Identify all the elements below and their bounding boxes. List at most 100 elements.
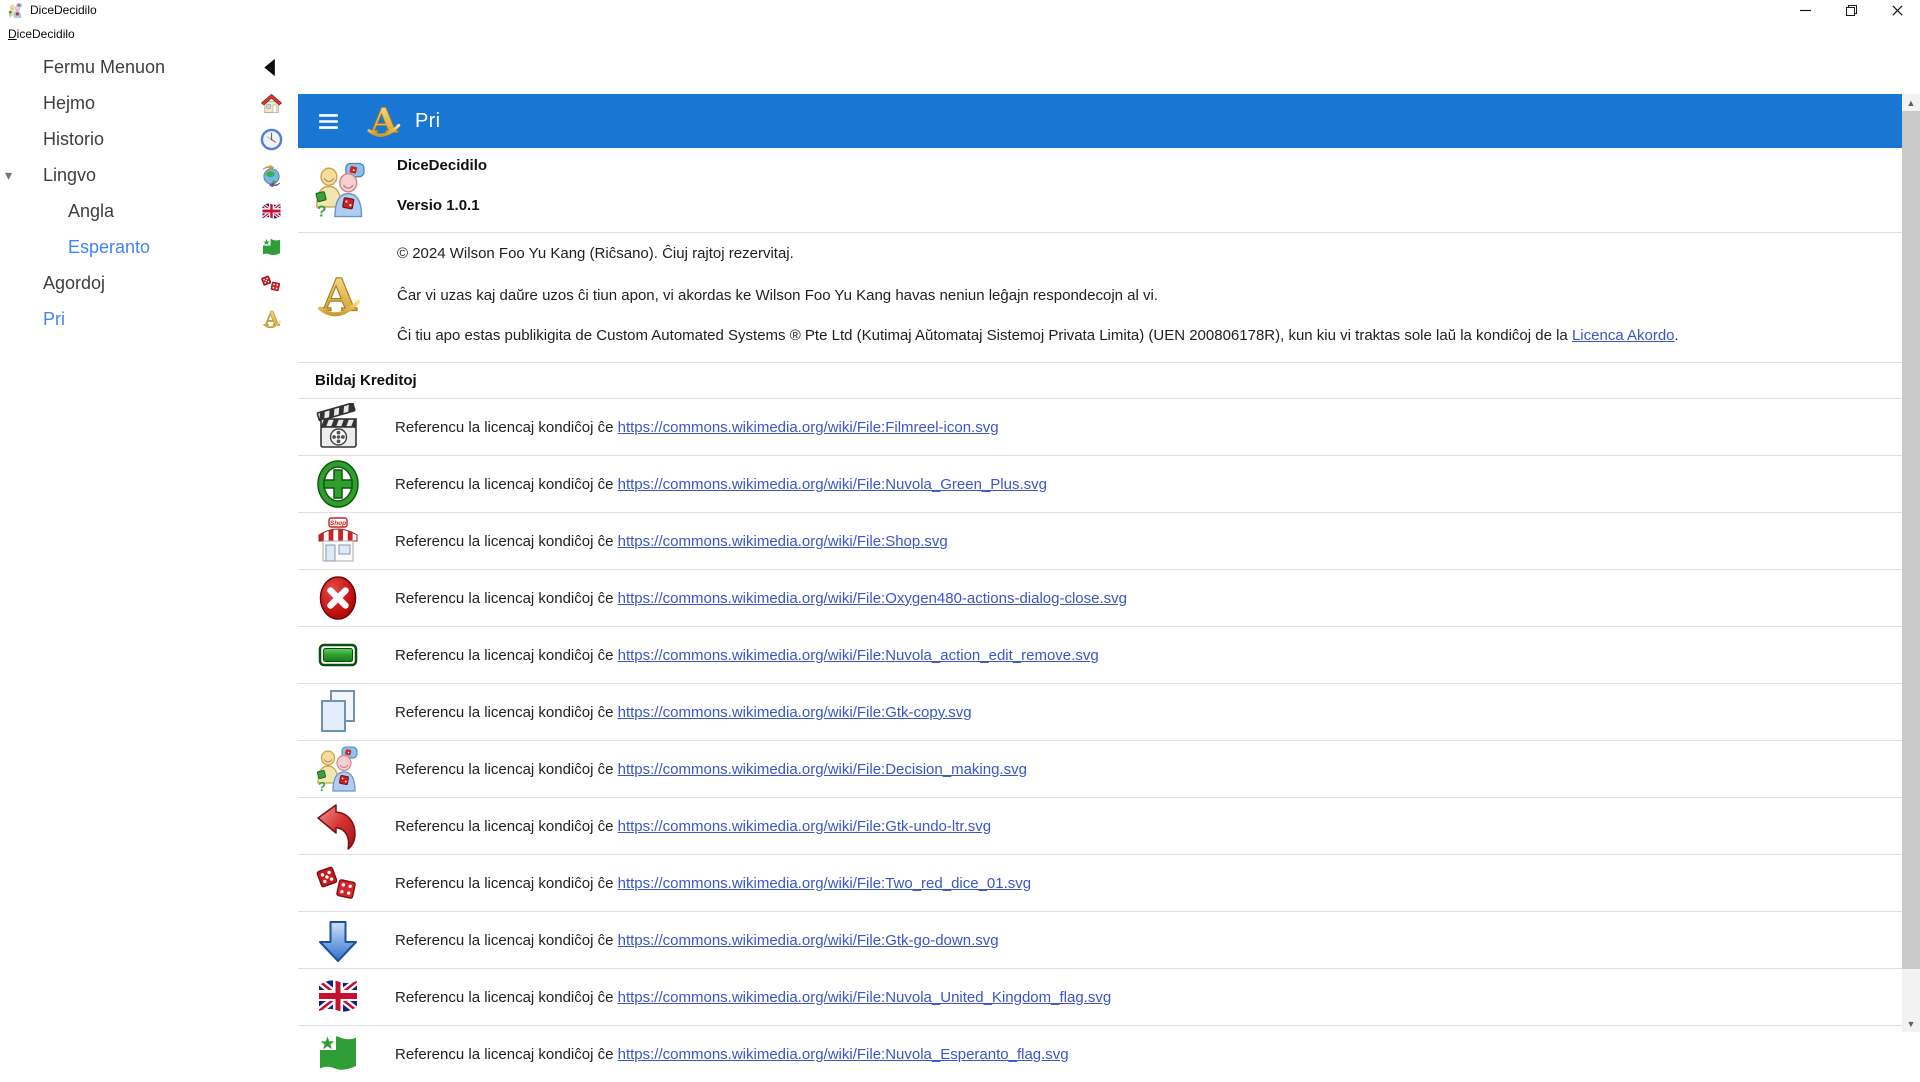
credit-text: Referencu la licencaj kondiĉoj ĉe https:… xyxy=(395,989,1111,1006)
credit-link[interactable]: https://commons.wikimedia.org/wiki/File:… xyxy=(618,533,948,550)
sidebar-item[interactable]: ▾ Angla xyxy=(0,193,298,229)
credit-text-prefix: Referencu la licencaj kondiĉoj ĉe xyxy=(395,817,618,835)
uk-flag-icon xyxy=(312,971,364,1023)
sidebar-item-label: Pri xyxy=(43,308,65,329)
credit-text-prefix: Referencu la licencaj kondiĉoj ĉe xyxy=(395,589,618,607)
minimize-button[interactable] xyxy=(1782,0,1828,20)
restore-icon xyxy=(1845,4,1857,16)
scroll-up-icon[interactable]: ▲ xyxy=(1902,94,1920,111)
language-globe-icon xyxy=(256,160,286,190)
shop-icon: Shop xyxy=(312,515,364,567)
app-window-icon: ? xyxy=(8,2,23,18)
menu-dicedecidilo[interactable]: DiceDecidilo xyxy=(6,27,80,47)
credit-link[interactable]: https://commons.wikimedia.org/wiki/File:… xyxy=(618,419,999,436)
window-title: DiceDecidilo xyxy=(30,3,97,17)
credit-row: Referencu la licencaj kondiĉoj ĉe https:… xyxy=(298,626,1902,683)
app-shell: ▾ Fermu Menuon ▾ Hejmo ▾ Historio ▾ Ling… xyxy=(0,47,1920,1070)
about-app-row: ? DiceDecidilo Versio 1.0.1 xyxy=(298,148,1902,232)
restore-button[interactable] xyxy=(1828,0,1874,20)
credit-link[interactable]: https://commons.wikimedia.org/wiki/File:… xyxy=(618,1046,1069,1063)
menubar: DiceDecidilo xyxy=(0,20,1920,47)
sidebar-item[interactable]: ▾ Hejmo xyxy=(0,85,298,121)
credit-row: Referencu la licencaj kondiĉoj ĉe https:… xyxy=(298,398,1902,455)
red-close-icon xyxy=(312,572,364,624)
gold-a-icon: A xyxy=(311,268,365,328)
close-button[interactable] xyxy=(1874,0,1920,20)
credit-text: Referencu la licencaj kondiĉoj ĉe https:… xyxy=(395,932,999,949)
credit-link[interactable]: https://commons.wikimedia.org/wiki/File:… xyxy=(618,647,1099,664)
minimize-icon xyxy=(1799,9,1811,11)
credit-text: Referencu la licencaj kondiĉoj ĉe https:… xyxy=(395,1046,1069,1063)
license-agreement-link[interactable]: Licenca Akordo xyxy=(1572,327,1675,344)
app-header: A Pri xyxy=(298,94,1902,148)
credit-row: Referencu la licencaj kondiĉoj ĉe https:… xyxy=(298,683,1902,740)
sidebar-item-label: Esperanto xyxy=(68,236,151,257)
credit-text: Referencu la licencaj kondiĉoj ĉe https:… xyxy=(395,761,1027,778)
app-version: Versio 1.0.1 xyxy=(397,197,480,214)
sidebar-item-label: Lingvo xyxy=(43,164,97,185)
credit-link[interactable]: https://commons.wikimedia.org/wiki/File:… xyxy=(618,932,999,949)
credit-row: Referencu la licencaj kondiĉoj ĉe https:… xyxy=(298,797,1902,854)
window-controls xyxy=(1782,0,1920,20)
scrollbar-thumb[interactable] xyxy=(1902,111,1920,969)
svg-text:?: ? xyxy=(318,779,326,793)
credit-link[interactable]: https://commons.wikimedia.org/wiki/File:… xyxy=(618,989,1112,1006)
undo-arrow-icon xyxy=(312,800,364,852)
sidebar-item[interactable]: ▾ Historio xyxy=(0,121,298,157)
credit-link[interactable]: https://commons.wikimedia.org/wiki/File:… xyxy=(618,704,972,721)
chevron-down-icon[interactable]: ▾ xyxy=(5,168,12,182)
collapse-arrow-icon xyxy=(256,52,286,82)
home-icon xyxy=(256,88,286,118)
red-dice-icon xyxy=(256,268,286,298)
copy-pages-icon xyxy=(312,686,364,738)
credit-text: Referencu la licencaj kondiĉoj ĉe https:… xyxy=(395,533,948,550)
credit-row: Referencu la licencaj kondiĉoj ĉe https:… xyxy=(298,968,1902,1025)
credit-row: Referencu la licencaj kondiĉoj ĉe https:… xyxy=(298,455,1902,512)
hamburger-menu-icon[interactable] xyxy=(315,108,341,134)
sidebar-item-label: Historio xyxy=(43,128,105,149)
credit-text: Referencu la licencaj kondiĉoj ĉe https:… xyxy=(395,704,972,721)
sidebar-item-label: Fermu Menuon xyxy=(43,56,166,77)
sidebar-item[interactable]: ▾ Agordoj xyxy=(0,265,298,301)
credits-heading: Bildaj Kreditoj xyxy=(298,362,1902,398)
sidebar-item[interactable]: ▾ Pri A xyxy=(0,301,298,337)
sidebar-item[interactable]: ▾ Lingvo xyxy=(0,157,298,193)
titlebar: ? DiceDecidilo xyxy=(0,0,1920,20)
credit-text: Referencu la licencaj kondiĉoj ĉe https:… xyxy=(395,818,991,835)
credit-link[interactable]: https://commons.wikimedia.org/wiki/File:… xyxy=(618,476,1047,493)
app-name: DiceDecidilo xyxy=(397,157,488,174)
sidebar-item-label: Hejmo xyxy=(43,92,96,113)
sidebar-item[interactable]: ▾ Esperanto xyxy=(0,229,298,265)
scroll-down-icon[interactable]: ▼ xyxy=(1902,1015,1920,1032)
sidebar-item-label: Agordoj xyxy=(43,272,106,293)
sidebar: ▾ Fermu Menuon ▾ Hejmo ▾ Historio ▾ Ling… xyxy=(0,47,298,1032)
green-remove-icon xyxy=(312,629,364,681)
credit-link[interactable]: https://commons.wikimedia.org/wiki/File:… xyxy=(618,590,1127,607)
credit-link[interactable]: https://commons.wikimedia.org/wiki/File:… xyxy=(618,761,1027,778)
credit-row: Referencu la licencaj kondiĉoj ĉe https:… xyxy=(298,854,1902,911)
credit-text-prefix: Referencu la licencaj kondiĉoj ĉe xyxy=(395,646,618,664)
credit-text-prefix: Referencu la licencaj kondiĉoj ĉe xyxy=(395,874,618,892)
credit-link[interactable]: https://commons.wikimedia.org/wiki/File:… xyxy=(618,818,991,835)
main-panel: A Pri ? DiceDecidilo Versio 1.0.1 © 2024… xyxy=(298,94,1902,1070)
credit-text-prefix: Referencu la licencaj kondiĉoj ĉe xyxy=(395,475,618,493)
publisher-text-suffix: . xyxy=(1674,327,1679,344)
esperanto-flag-icon xyxy=(256,232,286,262)
credit-text: Referencu la licencaj kondiĉoj ĉe https:… xyxy=(395,419,999,436)
close-icon xyxy=(1891,4,1903,16)
vertical-scrollbar[interactable]: ▲ ▼ xyxy=(1902,94,1920,1032)
credit-text: Referencu la licencaj kondiĉoj ĉe https:… xyxy=(395,590,1127,607)
credit-row: Referencu la licencaj kondiĉoj ĉe https:… xyxy=(298,569,1902,626)
gold-a-icon: A xyxy=(256,304,286,334)
red-dice-icon xyxy=(312,857,364,909)
credit-link[interactable]: https://commons.wikimedia.org/wiki/File:… xyxy=(618,875,1032,892)
svg-text:Shop: Shop xyxy=(330,520,346,527)
publisher-text-prefix: Ĉi tiu apo estas publikigita de Custom A… xyxy=(397,327,1572,344)
credit-text: Referencu la licencaj kondiĉoj ĉe https:… xyxy=(395,647,1099,664)
sidebar-item[interactable]: ▾ Fermu Menuon xyxy=(0,49,298,85)
credit-text-prefix: Referencu la licencaj kondiĉoj ĉe xyxy=(395,931,618,949)
credit-text: Referencu la licencaj kondiĉoj ĉe https:… xyxy=(395,875,1031,892)
credit-text-prefix: Referencu la licencaj kondiĉoj ĉe xyxy=(395,760,618,778)
credit-text: Referencu la licencaj kondiĉoj ĉe https:… xyxy=(395,476,1047,493)
decision-making-icon: ? xyxy=(312,743,364,795)
